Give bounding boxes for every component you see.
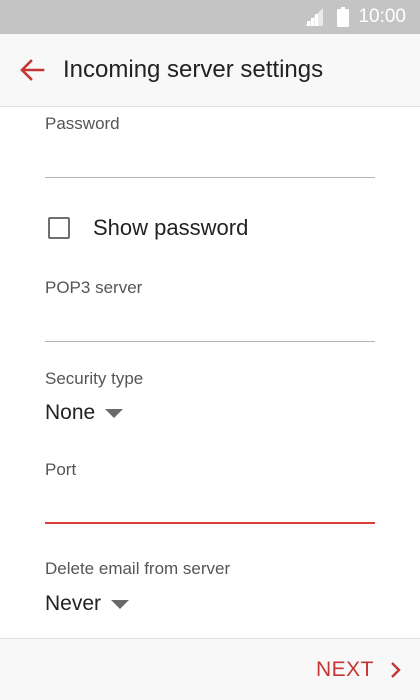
port-label: Port <box>45 460 77 479</box>
password-label: Password <box>45 114 120 133</box>
security-type-value: None <box>45 401 96 424</box>
app-bar: Incoming server settings <box>0 34 420 107</box>
page-title: Incoming server settings <box>63 56 324 83</box>
show-password-checkbox[interactable]: Show password <box>45 208 248 248</box>
delete-email-value: Never <box>45 592 102 615</box>
arrow-left-icon <box>20 59 45 81</box>
next-label: NEXT <box>315 658 374 681</box>
show-password-label: Show password <box>93 215 249 240</box>
security-type-label: Security type <box>45 369 144 388</box>
battery-icon <box>337 7 350 27</box>
password-field[interactable] <box>45 143 375 178</box>
pop3-server-field[interactable] <box>45 307 375 342</box>
dropdown-arrow-icon <box>105 408 124 418</box>
dropdown-arrow-icon <box>111 599 130 609</box>
security-type-dropdown[interactable]: None <box>45 396 124 430</box>
bottom-bar: NEXT <box>0 638 420 700</box>
delete-email-dropdown[interactable]: Never <box>45 587 130 621</box>
port-field[interactable] <box>45 488 375 524</box>
signal-icon <box>305 8 324 26</box>
next-button[interactable]: NEXT <box>316 649 402 691</box>
status-bar: 10:00 <box>0 0 420 34</box>
back-button[interactable] <box>10 48 54 92</box>
screen: 10:00 Incoming server settings Password … <box>0 0 420 700</box>
chevron-right-icon <box>391 662 401 678</box>
delete-email-label: Delete email from server <box>45 559 231 578</box>
status-time: 10:00 <box>358 6 406 27</box>
checkbox-box[interactable] <box>48 217 70 239</box>
status-icons: 10:00 <box>305 0 406 34</box>
pop3-server-label: POP3 server <box>45 278 143 297</box>
